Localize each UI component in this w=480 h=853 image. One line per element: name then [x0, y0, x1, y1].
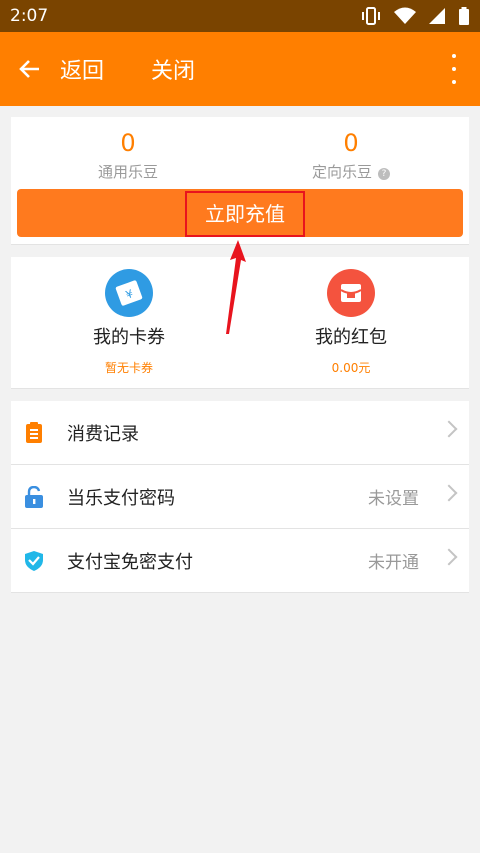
vibrate-icon	[362, 7, 380, 25]
red-packet-icon	[327, 269, 375, 317]
list-item-value: 未设置	[368, 489, 419, 509]
my-red-packet-title: 我的红包	[315, 327, 387, 348]
battery-icon	[459, 7, 469, 25]
my-red-packet-subtitle: 0.00元	[331, 361, 371, 375]
ticket-icon: ¥	[105, 269, 153, 317]
status-bar: 2:07	[0, 0, 480, 32]
clipboard-icon	[23, 421, 45, 444]
wifi-icon	[394, 7, 416, 24]
chevron-right-icon	[440, 420, 458, 438]
my-red-packet-button[interactable]: 我的红包 0.00元	[261, 269, 441, 376]
directed-beans-label: 定向乐豆	[311, 163, 372, 181]
status-time: 2:07	[10, 6, 49, 26]
help-icon[interactable]: ?	[378, 168, 390, 180]
status-icons	[360, 7, 470, 25]
balance-card: 0 通用乐豆 0 定向乐豆? 立即充值	[11, 117, 469, 245]
lock-icon	[23, 485, 45, 508]
list-item-label: 消费记录	[67, 423, 139, 445]
shield-icon	[23, 550, 45, 572]
my-cards-button[interactable]: ¥ 我的卡券 暂无卡券	[39, 269, 219, 376]
annotation-arrow	[226, 240, 246, 334]
my-cards-title: 我的卡券	[93, 327, 165, 348]
general-beans-value: 0	[120, 129, 136, 157]
list-item-consumption-records[interactable]: 消费记录	[11, 401, 469, 465]
back-label[interactable]: 返回	[60, 53, 104, 85]
close-button[interactable]: 关闭	[151, 53, 195, 85]
recharge-label: 立即充值	[185, 191, 305, 237]
directed-beans: 0 定向乐豆?	[251, 127, 451, 182]
directed-beans-value: 0	[343, 129, 359, 157]
list-item-payment-password[interactable]: 当乐支付密码 未设置	[11, 465, 469, 529]
my-cards-subtitle: 暂无卡券	[104, 361, 153, 375]
list-item-alipay-passwordless[interactable]: 支付宝免密支付 未开通	[11, 529, 469, 593]
chevron-right-icon	[440, 484, 458, 502]
chevron-right-icon	[440, 548, 458, 566]
general-beans: 0 通用乐豆	[28, 127, 228, 182]
more-options-icon[interactable]	[450, 54, 458, 84]
recharge-button[interactable]: 立即充值	[17, 189, 463, 237]
list-item-value: 未开通	[368, 553, 419, 573]
app-bar: 返回 关闭	[0, 32, 480, 106]
signal-icon	[429, 8, 445, 24]
general-beans-label: 通用乐豆	[97, 163, 158, 181]
list-item-label: 当乐支付密码	[67, 487, 175, 509]
list-item-label: 支付宝免密支付	[67, 551, 193, 573]
settings-list: 消费记录 当乐支付密码 未设置 支付宝免密支付 未开通	[0, 401, 480, 593]
back-button[interactable]	[2, 32, 58, 106]
arrow-left-icon	[19, 60, 39, 78]
